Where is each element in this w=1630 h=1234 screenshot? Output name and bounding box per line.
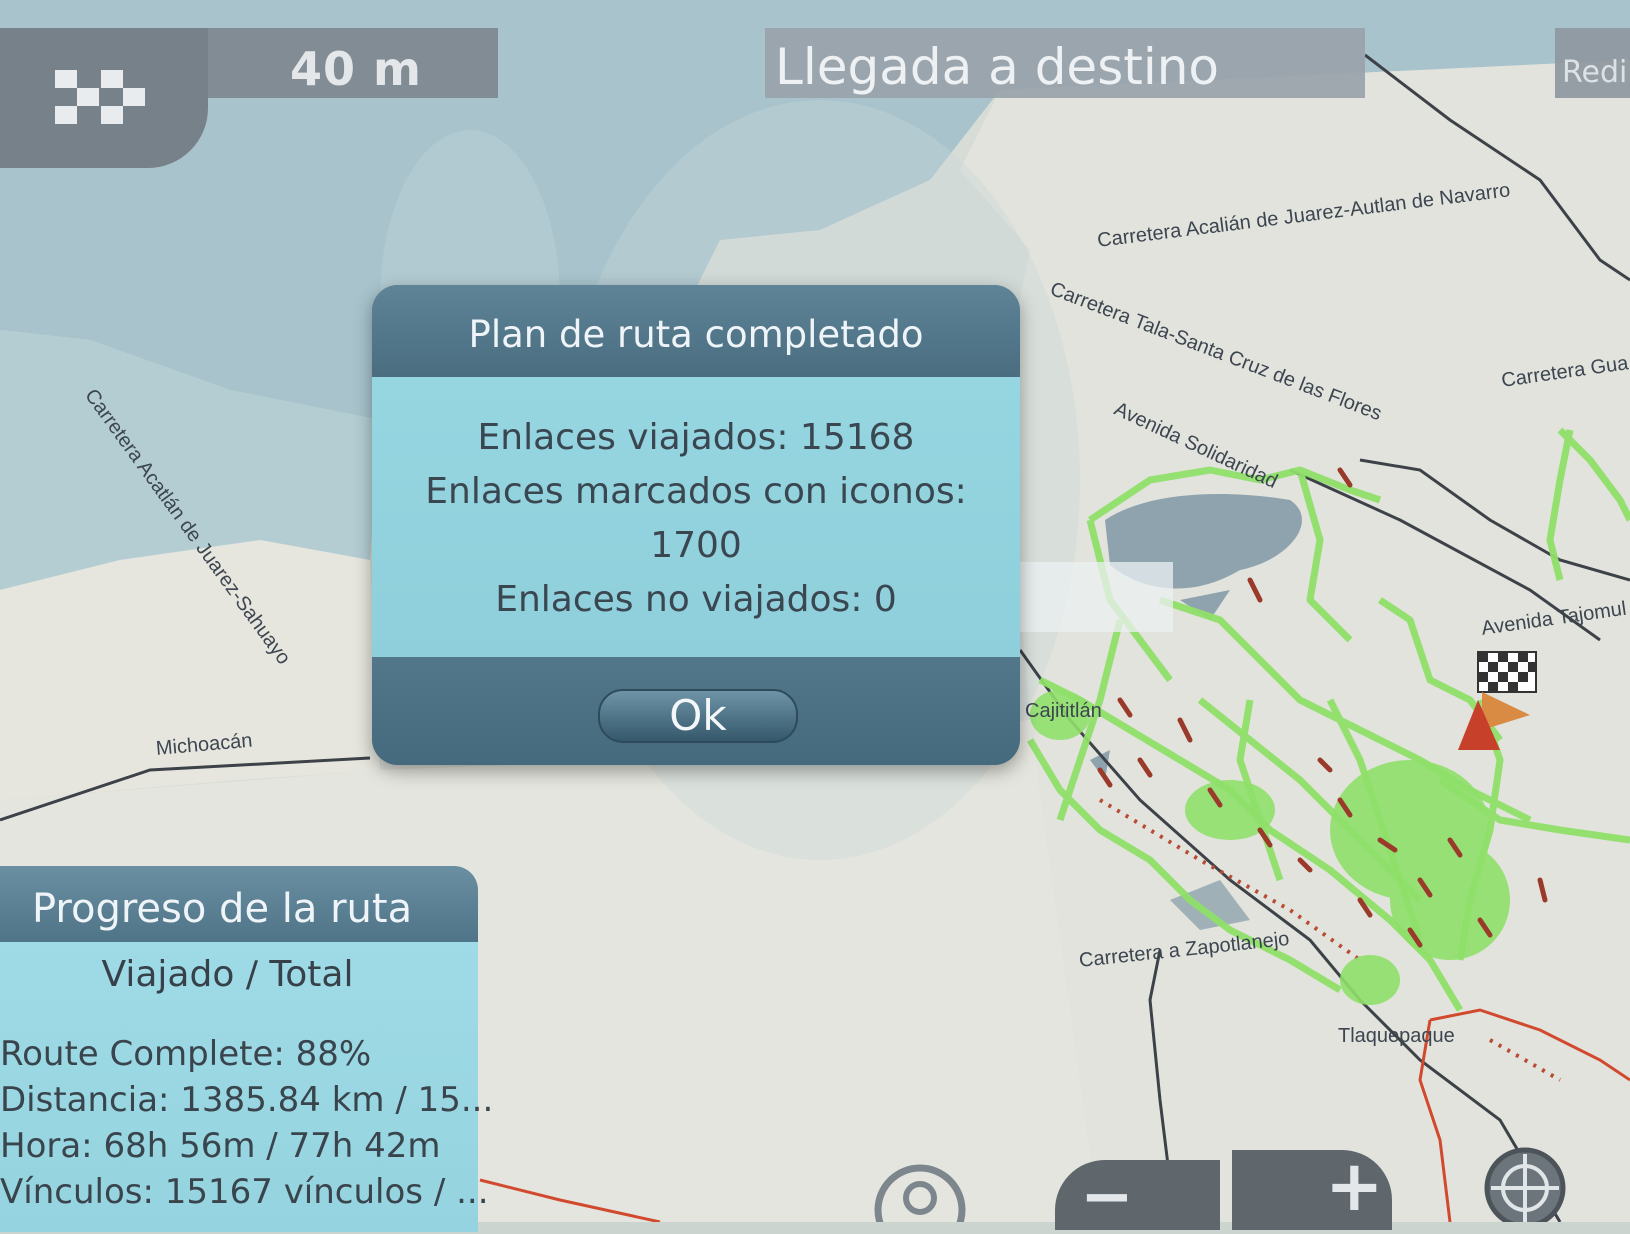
- map-label: Tlaquepaque: [1338, 1025, 1455, 1047]
- route-progress-panel: Progreso de la ruta Viajado / Total Rout…: [0, 866, 493, 1232]
- dialog-header: Plan de ruta completado: [372, 285, 1020, 377]
- zoom-in-label[interactable]: +: [1325, 1145, 1384, 1227]
- instruction-text: Llegada a destino: [775, 38, 1220, 96]
- links-marked-label: Enlaces marcados con iconos:: [425, 471, 967, 512]
- time-progress-text: Hora: 68h 56m / 77h 42m: [0, 1126, 441, 1166]
- links-marked-value: 1700: [650, 525, 742, 566]
- checkered-flag-icon: [55, 70, 145, 124]
- progress-title: Progreso de la ruta: [32, 886, 413, 932]
- zoom-out-label[interactable]: −: [1080, 1160, 1134, 1234]
- progress-subtitle: Viajado / Total: [101, 954, 354, 995]
- dialog-body: Enlaces viajados: 15168 Enlaces marcados…: [372, 377, 1020, 657]
- ok-button[interactable]: Ok: [598, 689, 798, 743]
- distance-to-turn: 40 m: [290, 42, 422, 96]
- links-progress-text: Vínculos: 15167 vínculos / ...: [0, 1172, 489, 1212]
- location-pin-icon[interactable]: [870, 1160, 970, 1222]
- route-completed-dialog: Plan de ruta completado Enlaces viajados…: [372, 285, 1020, 765]
- crosshair-icon[interactable]: [1480, 1138, 1570, 1222]
- map-label: Cajititlán: [1025, 700, 1102, 722]
- distance-progress-text: Distancia: 1385.84 km / 15...: [0, 1080, 494, 1120]
- links-traveled-text: Enlaces viajados: 15168: [477, 417, 915, 458]
- progress-header: Progreso de la ruta: [0, 866, 478, 942]
- dialog-footer: Ok: [372, 657, 1020, 765]
- recalculate-label[interactable]: Redi: [1562, 55, 1627, 90]
- dialog-title: Plan de ruta completado: [468, 313, 924, 356]
- route-complete-text: Route Complete: 88%: [0, 1034, 372, 1074]
- links-not-traveled-text: Enlaces no viajados: 0: [495, 579, 897, 620]
